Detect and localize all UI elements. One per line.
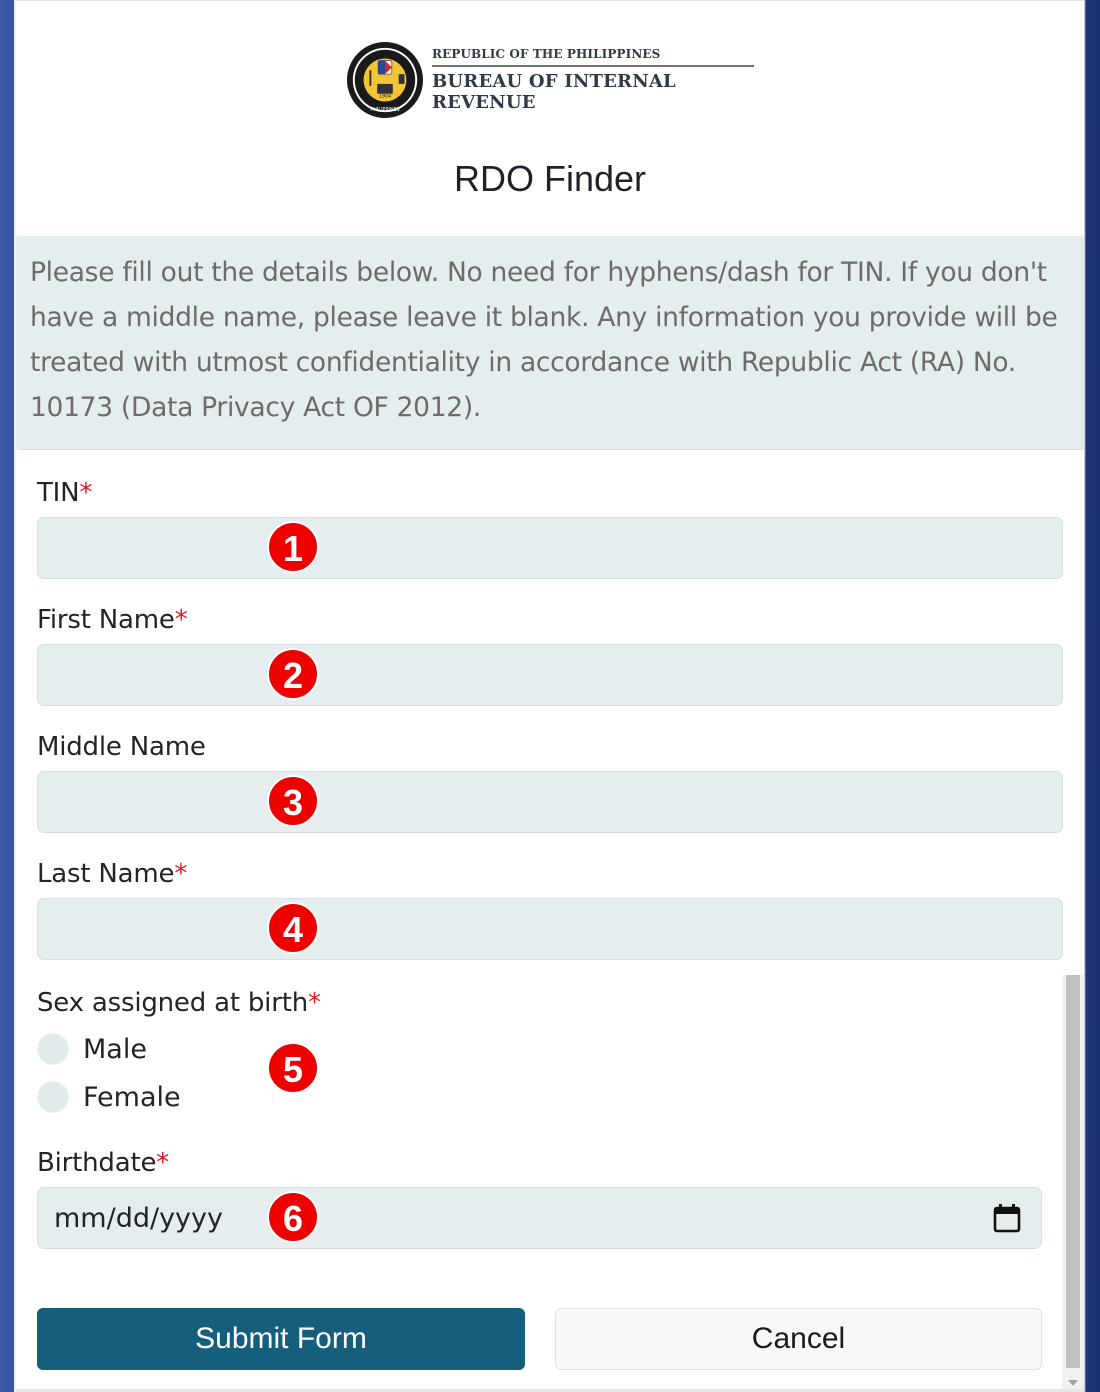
tin-field: TIN* 1 [37, 478, 1063, 579]
birthdate-field: Birthdate* mm/dd/yyyy 6 [37, 1148, 1063, 1249]
required-marker: * [156, 1148, 170, 1178]
svg-text:1904: 1904 [379, 94, 391, 100]
male-radio[interactable] [37, 1033, 69, 1065]
bir-seal-icon: 1904 PHILIPPINES [346, 41, 424, 119]
bir-header: 1904 PHILIPPINES REPUBLIC OF THE PHILIPP… [346, 40, 754, 120]
middle-name-input[interactable] [37, 771, 1063, 833]
sex-option-male[interactable]: Male [37, 1026, 1063, 1072]
male-label[interactable]: Male [83, 1034, 147, 1065]
last-name-input[interactable] [37, 898, 1063, 960]
vertical-scrollbar[interactable] [1062, 975, 1084, 1392]
last-name-field: Last Name* 4 [37, 859, 1063, 960]
birthdate-label: Birthdate* [37, 1148, 170, 1178]
tin-label: TIN* [37, 478, 93, 508]
agency-name: BUREAU OF INTERNAL REVENUE [432, 71, 676, 113]
birthdate-input[interactable]: mm/dd/yyyy [37, 1187, 1042, 1249]
sex-option-female[interactable]: Female [37, 1074, 1063, 1120]
calendar-icon[interactable] [993, 1203, 1021, 1233]
required-marker: * [174, 605, 188, 635]
scrollbar-thumb[interactable] [1066, 975, 1080, 1368]
cancel-button[interactable]: Cancel [555, 1308, 1042, 1370]
required-marker: * [174, 859, 188, 889]
annotation-badge-1: 1 [267, 521, 319, 573]
privacy-notice: Please fill out the details below. No ne… [16, 236, 1084, 450]
sex-field: Sex assigned at birth* Male Female 5 [37, 988, 1063, 1120]
annotation-badge-6: 6 [267, 1191, 319, 1243]
top-border [16, 0, 1084, 1]
rdo-finder-page: 1904 PHILIPPINES REPUBLIC OF THE PHILIPP… [16, 0, 1084, 1392]
annotation-badge-4: 4 [267, 902, 319, 954]
required-marker: * [79, 478, 93, 508]
female-label[interactable]: Female [83, 1082, 181, 1113]
required-marker: * [307, 988, 321, 1018]
scroll-down-arrow-icon[interactable] [1068, 1380, 1078, 1386]
sex-label: Sex assigned at birth* [37, 988, 321, 1018]
first-name-input[interactable] [37, 644, 1063, 706]
page-title: RDO Finder [453, 158, 647, 199]
annotation-badge-2: 2 [267, 648, 319, 700]
republic-label: REPUBLIC OF THE PHILIPPINES [432, 47, 754, 67]
svg-text:PHILIPPINES: PHILIPPINES [370, 107, 399, 113]
birthdate-placeholder: mm/dd/yyyy [54, 1202, 223, 1234]
submit-form-button[interactable]: Submit Form [37, 1308, 525, 1370]
middle-name-field: Middle Name 3 [37, 732, 1063, 833]
annotation-badge-3: 3 [267, 775, 319, 827]
tin-input[interactable] [37, 517, 1063, 579]
first-name-field: First Name* 2 [37, 605, 1063, 706]
last-name-label: Last Name* [37, 859, 188, 889]
middle-name-label: Middle Name [37, 732, 206, 762]
first-name-label: First Name* [37, 605, 188, 635]
female-radio[interactable] [37, 1081, 69, 1113]
annotation-badge-5: 5 [267, 1042, 319, 1094]
